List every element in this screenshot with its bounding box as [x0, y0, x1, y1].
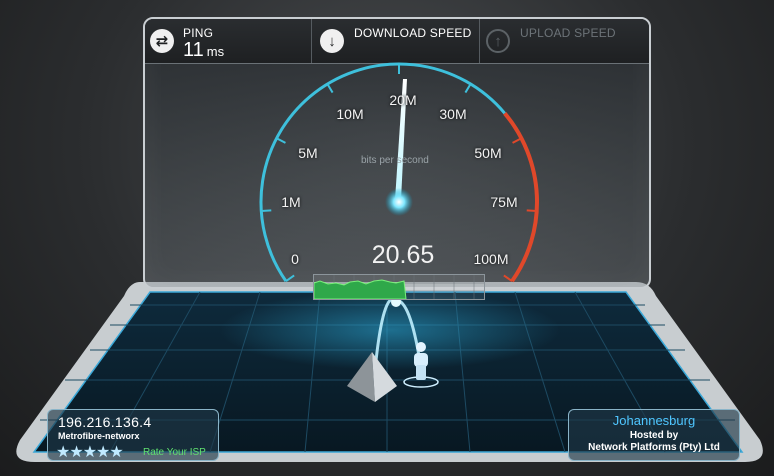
tick-1m: 1M — [281, 194, 301, 210]
tick-10m: 10M — [336, 106, 364, 122]
rating-stars[interactable]: ★★★★★ — [56, 442, 124, 462]
server-info-box[interactable]: Johannesburg Hosted by Network Platforms … — [568, 409, 740, 461]
client-isp: Metrofibre-networx — [58, 431, 140, 441]
client-ip: 196.216.136.4 — [58, 414, 152, 430]
speed-readout: 20.65 — [371, 241, 435, 269]
gauge-tick-mark — [285, 274, 295, 282]
rate-isp-link[interactable]: Rate Your ISP — [143, 447, 206, 458]
client-info-box: 196.216.136.4 Metrofibre-networx ★★★★★ R… — [47, 409, 219, 461]
gauge-tick-mark — [261, 209, 272, 213]
server-city: Johannesburg — [612, 413, 696, 428]
units-label: bits per second — [361, 155, 429, 166]
tick-30m: 30M — [439, 106, 467, 122]
gauge-tick-mark — [326, 83, 334, 94]
server-host: Network Platforms (Pty) Ltd — [588, 442, 720, 453]
tick-50m: 50M — [474, 145, 502, 161]
gauge-tick-mark — [512, 137, 522, 144]
speed-history-graph — [313, 274, 485, 300]
server-hosted: Hosted by Network Platforms (Pty) Ltd — [569, 430, 739, 454]
tick-75m: 75M — [490, 194, 518, 210]
gauge-hub — [385, 188, 413, 216]
tick-20m: 20M — [389, 92, 417, 108]
tick-5m: 5M — [298, 145, 318, 161]
speed-gauge-panel: ⇄ PING 11 ms ↓ DOWNLOAD SPEED ↑ UPLOAD SP… — [143, 17, 651, 300]
gauge-tick-mark — [526, 209, 537, 213]
tick-0: 0 — [291, 251, 299, 267]
tick-100m: 100M — [473, 251, 509, 267]
hosted-by-label: Hosted by — [629, 430, 679, 441]
gauge-tick-mark — [503, 274, 513, 282]
gauge-tick-mark — [276, 137, 286, 144]
gauge-tick-mark — [464, 83, 472, 94]
